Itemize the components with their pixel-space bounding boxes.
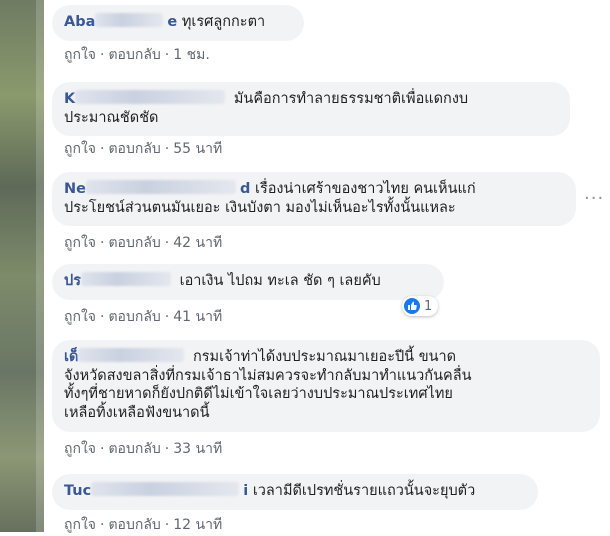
timestamp[interactable]: 41 นาที (173, 306, 222, 328)
comment-text-line: ประมาณชัดชัด (64, 110, 159, 126)
more-options-icon[interactable]: ··· (584, 188, 604, 209)
comment-bubble: Aba e ทุเรศลูกกะตา (52, 5, 304, 41)
like-link[interactable]: ถูกใจ (64, 138, 96, 160)
reply-link[interactable]: ตอบกลับ (108, 306, 160, 328)
comment-bubble: เด็ กรมเจ้าท่าได้งบประมาณมาเยอะปีนี้ ขนา… (52, 340, 600, 432)
comment-text: เวลามีดีเปรทชั่นรายแถวนั้นจะยุบตัว (252, 483, 476, 499)
reply-link[interactable]: ตอบกลับ (108, 514, 160, 536)
comment-actions: ถูกใจ · ตอบกลับ · 33 นาที (64, 438, 222, 460)
reply-link[interactable]: ตอบกลับ (108, 138, 160, 160)
comment-bubble: K มันคือการทำลายธรรมชาติเพื่อแดกงบ ประมา… (52, 82, 570, 136)
commenter-name[interactable]: Aba e (64, 13, 177, 30)
redacted-name (78, 348, 185, 362)
like-link[interactable]: ถูกใจ (64, 514, 96, 536)
timestamp[interactable]: 42 นาที (173, 232, 222, 254)
avatar-column (0, 0, 44, 532)
redacted-name (95, 13, 164, 27)
comment-text: ทุเรศลูกกะตา (181, 14, 266, 30)
comment-text: เอาเงิน ไปถม ทะเล ชัด ๆ เลยคับ (179, 273, 381, 289)
redacted-name (81, 272, 171, 286)
redacted-name (75, 90, 226, 104)
comment-text-line: ประโยชน์ส่วนตนมันเยอะ เงินบังตา มองไม่เห… (64, 200, 456, 216)
like-link[interactable]: ถูกใจ (64, 44, 96, 66)
like-link[interactable]: ถูกใจ (64, 232, 96, 254)
like-link[interactable]: ถูกใจ (64, 306, 96, 328)
comment-text-line: กรมเจ้าท่าได้งบประมาณมาเยอะปีนี้ ขนาด (192, 349, 457, 365)
comment-text-line: จังหวัดสงขลาสิ่งที่กรมเจ้าธาไม่สมควรจะทำ… (64, 367, 472, 384)
comment-bubble: ปร เอาเงิน ไปถม ทะเล ชัด ๆ เลยคับ (52, 264, 444, 300)
commenter-name[interactable]: Ne d (64, 180, 250, 197)
commenter-name[interactable]: เด็ (64, 348, 188, 365)
comment-bubble: Tuc i เวลามีดีเปรทชั่นรายแถวนั้นจะยุบตัว (52, 474, 538, 510)
reaction-badge[interactable]: 1 (402, 296, 439, 316)
comment-actions: ถูกใจ · ตอบกลับ · 42 นาที (64, 232, 222, 254)
redacted-name (85, 180, 236, 194)
like-link[interactable]: ถูกใจ (64, 438, 96, 460)
comment-text-line: เรื่องน่าเศร้าของชาวไทย คนเห็นแก่ (254, 181, 476, 197)
timestamp[interactable]: 12 นาที (173, 514, 222, 536)
like-icon (404, 298, 420, 314)
comment-actions: ถูกใจ · ตอบกลับ · 41 นาที (64, 306, 222, 328)
commenter-name[interactable]: ปร (64, 272, 175, 289)
comment-actions: ถูกใจ · ตอบกลับ · 12 นาที (64, 514, 222, 536)
comment-actions: ถูกใจ · ตอบกลับ · 55 นาที (64, 138, 222, 160)
timestamp[interactable]: 55 นาที (173, 138, 222, 160)
comment-text-line: เหลือทิ้งเหลือฟังขนาดนี้ (64, 404, 210, 421)
commenter-name[interactable]: K (64, 90, 229, 107)
reply-link[interactable]: ตอบกลับ (108, 44, 160, 66)
reply-link[interactable]: ตอบกลับ (108, 438, 160, 460)
timestamp[interactable]: 33 นาที (173, 438, 222, 460)
reply-link[interactable]: ตอบกลับ (108, 232, 160, 254)
timestamp[interactable]: 1 ชม. (173, 44, 210, 66)
redacted-name (91, 482, 240, 496)
comment-bubble: Ne d เรื่องน่าเศร้าของชาวไทย คนเห็นแก่ ปร… (52, 172, 576, 226)
comment-actions: ถูกใจ · ตอบกลับ · 1 ชม. (64, 44, 210, 66)
comment-text-line: มันคือการทำลายธรรมชาติเพื่อแดกงบ (233, 91, 469, 107)
reaction-count: 1 (424, 298, 433, 314)
commenter-name[interactable]: Tuc i (64, 482, 248, 499)
comment-text-line: ทั้งๆที่ชายหาดก็ยังปกติดีไม่เข้าใจเลยว่า… (64, 386, 453, 402)
